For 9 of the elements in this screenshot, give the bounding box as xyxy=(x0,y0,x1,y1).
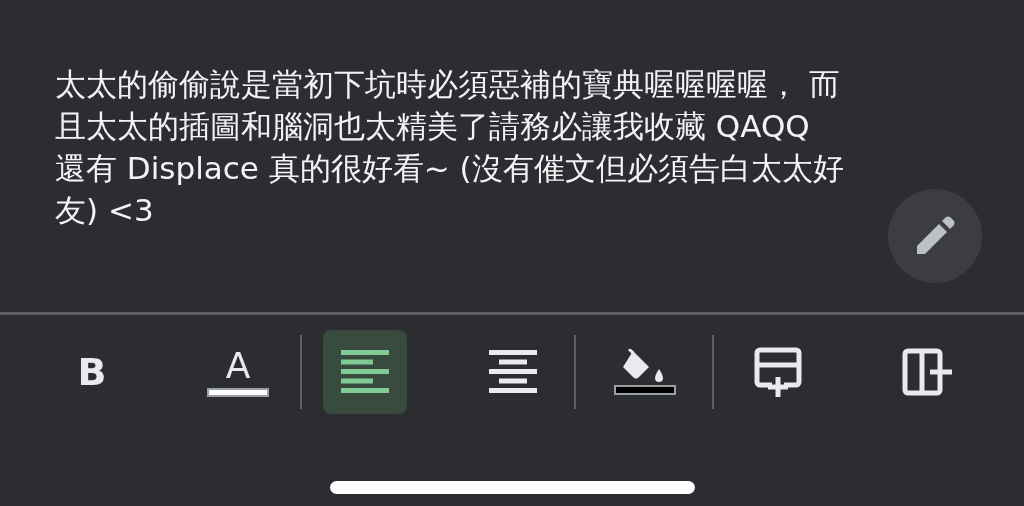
align-left-icon xyxy=(341,350,389,394)
bold-button[interactable]: B xyxy=(50,330,134,414)
align-left-button[interactable] xyxy=(323,330,407,414)
comment-text: 太太的偷偷說是當初下坑時必須惡補的寶典喔喔喔喔， 而且太太的插圖和腦洞也太精美了請務必讓我收藏 QAQQ 還有 Displace 真的很好看~ (沒有催文但必須告白太太好友) <3 xyxy=(55,65,845,230)
text-color-button[interactable]: A xyxy=(196,330,280,414)
insert-column-icon xyxy=(902,348,954,396)
align-center-icon xyxy=(489,350,537,394)
pencil-icon xyxy=(915,216,955,256)
insert-row-icon xyxy=(754,347,802,397)
